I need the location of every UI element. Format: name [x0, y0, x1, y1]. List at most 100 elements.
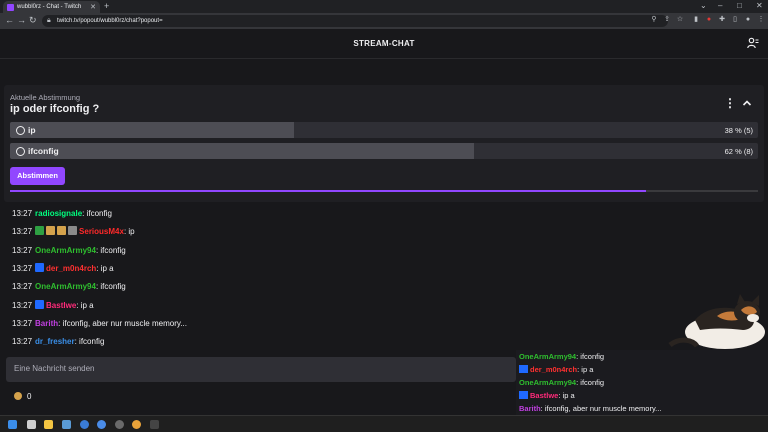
chat-message: 13:27 dr_fresher: ifconfig [12, 336, 104, 348]
profile-icon[interactable]: ● [744, 16, 752, 24]
channel-points[interactable]: 0 [14, 392, 31, 401]
chat-badge-icon[interactable] [35, 299, 45, 309]
browser-tab[interactable]: wubbl0rz - Chat - Twitch ✕ [3, 1, 100, 13]
chat-message: 13:27 Bastlwe: ip a [12, 299, 94, 312]
chat-message: 13:27 radiosignale: ifconfig [12, 208, 112, 220]
poll-timer-fill [10, 190, 646, 192]
forward-icon[interactable]: → [17, 15, 26, 25]
browser-app-icon[interactable] [97, 420, 106, 429]
edge-icon[interactable] [80, 420, 89, 429]
url-field[interactable]: 🔒︎ twitch.tv/popout/wubbl0rz/chat?popout… [42, 15, 668, 27]
overlay-message-text: : ip a [577, 365, 594, 374]
chat-badge-icon[interactable] [35, 226, 45, 236]
chat-username[interactable]: Barith [35, 319, 58, 328]
chat-username[interactable]: OneArmArmy94 [35, 246, 96, 255]
chat-username[interactable]: dr_fresher [35, 337, 75, 346]
poll-panel: Aktuelle Abstimmung ip oder ifconfig ? ⋮… [4, 85, 764, 202]
chat-username[interactable]: der_m0n4rch [46, 264, 96, 273]
overlay-message: OneArmArmy94: ifconfig [519, 377, 604, 389]
radio-icon[interactable] [16, 147, 25, 156]
back-icon[interactable]: ← [5, 15, 14, 25]
overlay-message: Barith: ifconfig, aber nur muscle memory… [519, 403, 661, 415]
poll-timer-track [10, 190, 758, 192]
message-timestamp: 13:27 [12, 300, 33, 310]
more-options-icon[interactable]: ⋮ [724, 96, 736, 110]
zoom-icon[interactable]: ⚲ [650, 16, 658, 24]
overlay-username: OneArmArmy94 [519, 378, 577, 387]
taskbar [0, 415, 768, 432]
overlay-username: OneArmArmy94 [519, 352, 577, 361]
message-timestamp: 13:27 [12, 282, 33, 292]
overlay-message-text: : ifconfig [576, 352, 605, 361]
chat-badge-icon[interactable] [35, 262, 45, 272]
poll-option-label: ifconfig [28, 146, 59, 156]
chevron-down-icon[interactable]: ⌄ [700, 1, 707, 10]
overlay-badge-icon [519, 365, 528, 373]
bookmark-star-icon[interactable]: ☆ [676, 16, 684, 24]
overlay-message: Bastlwe: ip a [519, 390, 575, 402]
chrome-icon[interactable] [132, 420, 141, 429]
page-title: STREAM-CHAT [353, 39, 415, 48]
lock-icon: 🔒︎ [47, 17, 51, 24]
windows-start-icon[interactable] [8, 420, 17, 429]
app-icon[interactable] [115, 420, 124, 429]
chat-message-text: : ifconfig, aber nur muscle memory... [58, 318, 187, 328]
maximize-icon[interactable]: □ [737, 1, 742, 10]
chat-username[interactable]: OneArmArmy94 [35, 282, 96, 291]
browser-tabbar: wubbl0rz - Chat - Twitch ✕ + ⌄ – □ ✕ [0, 0, 768, 13]
tab-title: wubbl0rz - Chat - Twitch [17, 4, 82, 10]
message-timestamp: 13:27 [12, 227, 33, 237]
chat-message: 13:27 OneArmArmy94: ifconfig [12, 281, 126, 293]
extension-icon[interactable]: ▮ [692, 16, 700, 24]
chat-message: 13:27 der_m0n4rch: ip a [12, 262, 114, 275]
chat-message: 13:27 Barith: ifconfig, aber nur muscle m… [12, 318, 187, 330]
terminal-icon[interactable] [150, 420, 159, 429]
poll-option-percent: 62 % (8) [724, 147, 753, 156]
reload-icon[interactable]: ↻ [29, 15, 37, 26]
overlay-badge-icon [519, 391, 528, 399]
chat-message-text: : ifconfig [82, 209, 112, 218]
puzzle-icon[interactable]: ✚ [718, 16, 726, 24]
overlay-message: OneArmArmy94: ifconfig [519, 351, 604, 363]
chat-message-text: : ip a [76, 300, 94, 310]
new-tab-icon[interactable]: + [104, 1, 109, 11]
message-timestamp: 13:27 [12, 337, 33, 347]
overlay-username: Barith [519, 404, 541, 413]
chat-badge-icon[interactable] [57, 226, 67, 236]
overlay-message-text: : ifconfig [576, 378, 605, 387]
chat-message: 13:27 OneArmArmy94: ifconfig [12, 245, 126, 257]
file-explorer-icon[interactable] [44, 420, 53, 429]
chat-badge-icon[interactable] [68, 226, 78, 236]
twitch-favicon-icon [7, 4, 14, 11]
poll-option-ifconfig[interactable]: ifconfig 62 % (8) [10, 143, 758, 159]
community-users-icon[interactable] [747, 37, 759, 49]
minimize-icon[interactable]: – [718, 1, 722, 10]
chat-username[interactable]: Bastlwe [46, 301, 76, 310]
store-icon[interactable] [62, 420, 71, 429]
message-timestamp: 13:27 [12, 263, 33, 273]
recording-extension-icon[interactable]: ● [705, 16, 713, 24]
vote-button[interactable]: Abstimmen [10, 167, 65, 185]
radio-icon[interactable] [16, 126, 25, 135]
chat-username[interactable]: radiosignale [35, 209, 82, 218]
chat-message: 13:27 SeriousM4x: ip [12, 226, 135, 238]
kebab-menu-icon[interactable]: ⋮ [757, 16, 765, 24]
share-icon[interactable]: ⇪ [663, 16, 671, 24]
sidepanel-icon[interactable]: ▯ [731, 16, 739, 24]
message-timestamp: 13:27 [12, 209, 33, 218]
chat-username[interactable]: SeriousM4x [79, 227, 124, 236]
chat-message-text: : ip [123, 227, 135, 237]
chat-message-text: : ifconfig [95, 282, 126, 292]
chevron-up-icon[interactable] [742, 98, 752, 108]
task-view-icon[interactable] [27, 420, 36, 429]
chat-badge-icon[interactable] [46, 226, 56, 236]
poll-option-ip[interactable]: ip 38 % (5) [10, 122, 758, 138]
chat-message-text: : ifconfig [74, 337, 105, 347]
chat-input[interactable]: Eine Nachricht senden [6, 357, 516, 382]
poll-option-bar [10, 143, 474, 159]
overlay-message-text: : ifconfig, aber nur muscle memory... [540, 404, 662, 413]
overlay-message: der_m0n4rch: ip a [519, 364, 593, 376]
message-timestamp: 13:27 [12, 245, 33, 255]
window-close-icon[interactable]: ✕ [756, 1, 763, 10]
close-tab-icon[interactable]: ✕ [90, 3, 96, 11]
